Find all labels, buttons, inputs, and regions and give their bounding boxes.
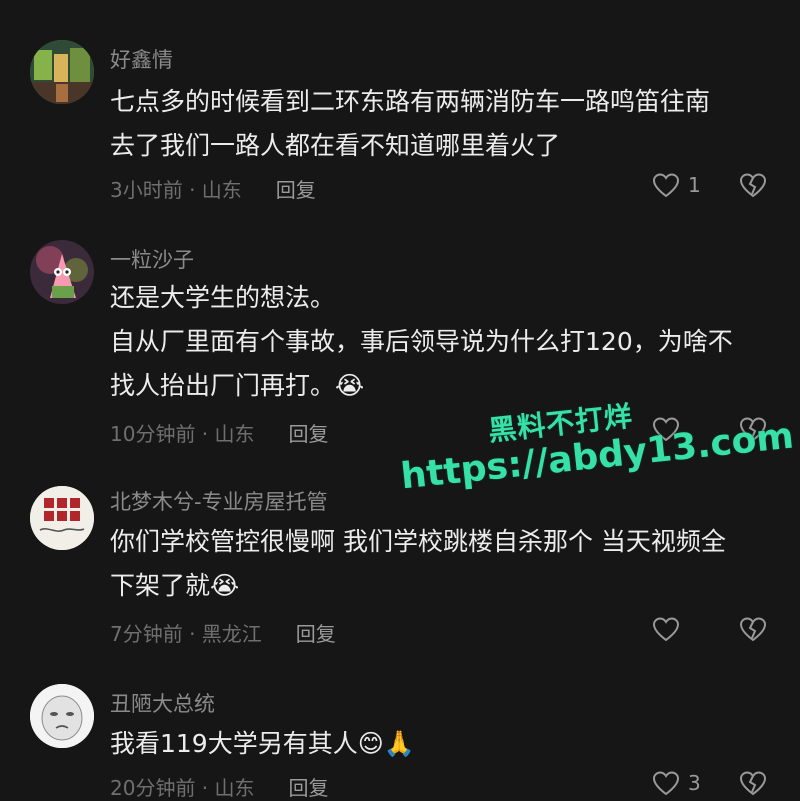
heart-outline-icon: [652, 771, 680, 796]
dislike-button[interactable]: [738, 770, 768, 800]
reply-button[interactable]: 回复: [276, 178, 316, 202]
timestamp-location: 3小时前 · 山东: [110, 178, 242, 202]
comment-meta: 3小时前 · 山东 回复: [110, 174, 316, 203]
username[interactable]: 好鑫情: [110, 44, 173, 74]
dislike-button[interactable]: [738, 616, 768, 646]
username[interactable]: 丑陋大总统: [110, 688, 215, 718]
avatar[interactable]: [30, 40, 94, 104]
broken-heart-icon: [739, 173, 767, 198]
like-count: 3: [688, 771, 701, 795]
comment-line: 自从厂里面有个事故，事后领导说为什么打120，为啥不: [110, 327, 733, 356]
username[interactable]: 一粒沙子: [110, 244, 194, 274]
comment-line: 还是大学生的想法。: [110, 283, 336, 312]
comment-line: 找人抬出厂门再打。😭: [110, 371, 365, 400]
timestamp-location: 7分钟前 · 黑龙江: [110, 622, 262, 646]
heart-outline-icon: [652, 173, 680, 198]
comment-line: 我看119大学另有其人😊🙏: [110, 729, 415, 758]
like-button[interactable]: 1: [652, 172, 701, 198]
like-button[interactable]: 3: [652, 770, 701, 796]
comment-line: 七点多的时候看到二环东路有两辆消防车一路鸣笛往南: [110, 87, 711, 116]
avatar-image-icon: [30, 486, 94, 550]
heart-outline-icon: [652, 617, 680, 642]
avatar[interactable]: [30, 684, 94, 748]
reply-button[interactable]: 回复: [289, 422, 329, 446]
reply-button[interactable]: 回复: [289, 776, 329, 800]
avatar-image-icon: [30, 240, 94, 304]
comment-text: 七点多的时候看到二环东路有两辆消防车一路鸣笛往南 去了我们一路人都在看不知道哪里…: [110, 80, 775, 168]
avatar-image-icon: [30, 40, 94, 104]
comment-meta: 7分钟前 · 黑龙江 回复: [110, 618, 336, 647]
comment-text: 你们学校管控很慢啊 我们学校跳楼自杀那个 当天视频全 下架了就😭: [110, 520, 775, 608]
comment-line: 你们学校管控很慢啊 我们学校跳楼自杀那个 当天视频全: [110, 527, 726, 556]
like-count: 1: [688, 173, 701, 197]
comment-text: 还是大学生的想法。 自从厂里面有个事故，事后领导说为什么打120，为啥不 找人抬…: [110, 276, 775, 408]
broken-heart-icon: [739, 617, 767, 642]
dislike-button[interactable]: [738, 172, 768, 202]
timestamp-location: 10分钟前 · 山东: [110, 422, 255, 446]
like-button[interactable]: [652, 616, 688, 642]
comment-line: 去了我们一路人都在看不知道哪里着火了: [110, 131, 561, 160]
comment-meta: 10分钟前 · 山东 回复: [110, 418, 329, 447]
reply-button[interactable]: 回复: [296, 622, 336, 646]
username[interactable]: 北梦木兮-专业房屋托管: [110, 486, 328, 516]
avatar[interactable]: [30, 240, 94, 304]
timestamp-location: 20分钟前 · 山东: [110, 776, 255, 800]
avatar[interactable]: [30, 486, 94, 550]
avatar-image-icon: [30, 684, 94, 748]
broken-heart-icon: [739, 771, 767, 796]
comment-line: 下架了就😭: [110, 571, 240, 600]
comment-meta: 20分钟前 · 山东 回复: [110, 772, 329, 801]
comment-text: 我看119大学另有其人😊🙏: [110, 722, 775, 766]
